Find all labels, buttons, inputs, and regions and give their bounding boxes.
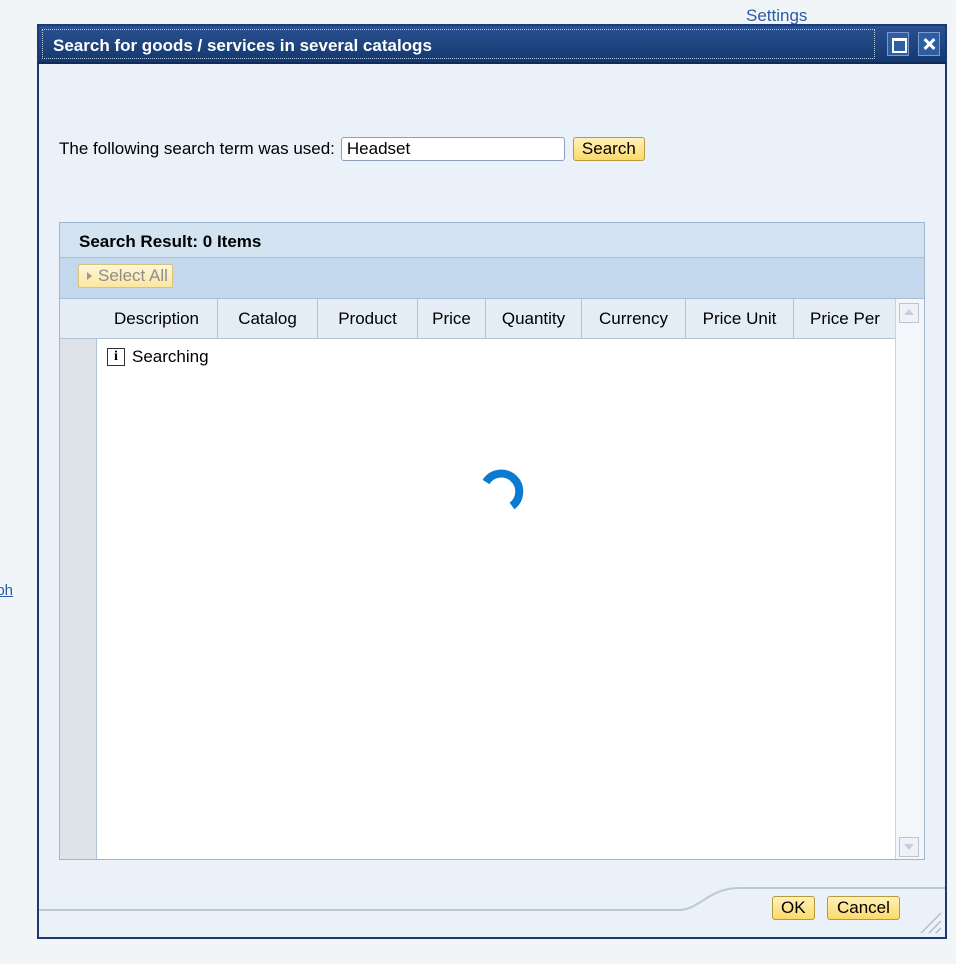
dialog-titlebar[interactable]: Search for goods / services in several c… [37,24,947,64]
page: Settings nbh Search for goods / services… [0,0,956,964]
info-icon: i [107,348,125,366]
search-result-panel: Search Result: 0 Items Select All Descri… [59,222,925,860]
play-arrow-icon [87,272,92,280]
catalog-search-dialog: Search for goods / services in several c… [37,24,947,939]
result-title: Search Result: 0 Items [79,232,262,251]
table-header: Description Catalog Product Price Quanti… [60,299,924,339]
column-header[interactable]: Product [318,299,418,338]
vertical-scrollbar[interactable] [895,299,924,859]
column-header[interactable]: Description [96,299,218,338]
background-link-fragment[interactable]: nbh [0,582,30,599]
column-header[interactable]: Quantity [486,299,582,338]
scroll-down-icon[interactable] [899,837,919,857]
dialog-title: Search for goods / services in several c… [53,36,432,55]
search-button[interactable]: Search [572,137,645,161]
search-term-label: The following search term was used: [59,139,335,158]
resize-grip-icon[interactable] [917,909,943,935]
column-header[interactable]: Price [418,299,486,338]
column-header[interactable]: Price Per [794,299,897,338]
close-icon[interactable] [918,32,940,56]
result-header: Search Result: 0 Items [60,223,924,258]
search-input[interactable] [340,137,565,161]
column-header[interactable]: Price Unit [686,299,794,338]
column-header[interactable]: Catalog [218,299,318,338]
row-selector-column[interactable] [60,299,97,859]
status-row: i Searching [107,347,209,367]
select-all-button[interactable]: Select All [78,264,173,288]
loading-spinner-icon [482,469,524,510]
ok-button[interactable]: OK [772,896,815,920]
select-all-label: Select All [98,266,168,285]
column-header[interactable]: Currency [582,299,686,338]
maximize-icon[interactable] [887,32,909,56]
search-row: The following search term was used: Sear… [59,137,645,161]
result-toolbar: Select All [60,258,924,299]
status-text: Searching [132,347,209,366]
settings-link[interactable]: Settings [746,6,807,26]
scroll-up-icon[interactable] [899,303,919,323]
cancel-button[interactable]: Cancel [827,896,900,920]
